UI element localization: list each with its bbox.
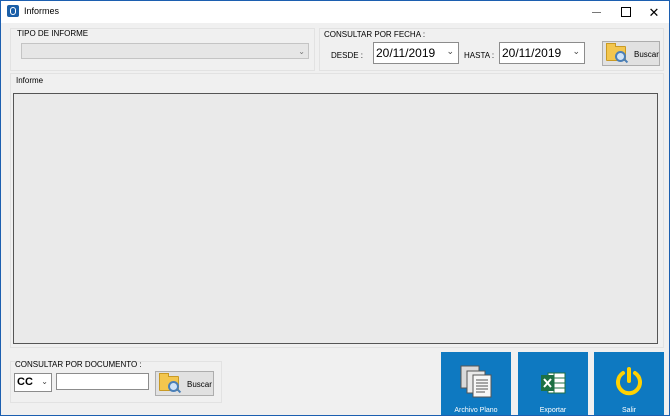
window-title: Informes [24, 6, 60, 16]
buscar-fecha-button[interactable]: Buscar [602, 41, 660, 66]
buscar-documento-button[interactable]: Buscar [155, 371, 214, 396]
salir-label: Salir [621, 407, 636, 414]
tipo-informe-label: TIPO DE INFORME [17, 29, 89, 38]
document-type-select[interactable]: CC ⌄ [14, 373, 52, 392]
desde-date-value: 20/11/2019 [376, 46, 436, 60]
informe-label: Informe [16, 76, 44, 85]
tipo-informe-select[interactable]: ⌄ [21, 43, 309, 59]
maximize-icon [621, 7, 631, 17]
chevron-down-icon: ⌄ [446, 46, 454, 56]
salir-button[interactable]: Salir [594, 352, 664, 415]
magnifier-handle [623, 58, 629, 64]
exportar-label: Exportar [539, 407, 567, 414]
consultar-fecha-label: CONSULTAR POR FECHA : [324, 30, 426, 39]
chevron-down-icon: ⌄ [572, 46, 580, 56]
excel-icon [541, 372, 566, 394]
chevron-down-icon: ⌄ [41, 377, 48, 386]
document-number-input[interactable] [56, 373, 149, 390]
buscar-fecha-label: Buscar [634, 50, 659, 59]
hasta-label: HASTA : [464, 51, 495, 60]
informes-window: Informes ✕ TIPO DE INFORME ⌄ CONSULTAR P… [0, 0, 670, 416]
desde-label: DESDE : [331, 51, 364, 60]
archivo-plano-button[interactable]: Archivo Plano [441, 352, 511, 415]
archivo-plano-label: Archivo Plano [454, 407, 498, 414]
hasta-date-picker[interactable]: 20/11/2019 ⌄ [499, 42, 585, 64]
minimize-button[interactable] [581, 1, 611, 23]
minimize-icon [591, 11, 601, 13]
hasta-date-value: 20/11/2019 [502, 46, 562, 60]
chevron-down-icon: ⌄ [298, 47, 305, 56]
power-icon [616, 367, 642, 396]
maximize-button[interactable] [611, 1, 641, 23]
buscar-documento-label: Buscar [187, 380, 212, 389]
report-display-area[interactable] [13, 93, 658, 344]
app-icon [7, 5, 19, 17]
exportar-button[interactable]: Exportar [518, 352, 588, 415]
magnifier-handle [176, 388, 182, 394]
document-type-value: CC [17, 376, 33, 388]
close-icon: ✕ [648, 4, 660, 20]
documents-icon [460, 365, 492, 398]
consultar-documento-label: CONSULTAR POR DOCUMENTO : [15, 360, 142, 369]
desde-date-picker[interactable]: 20/11/2019 ⌄ [373, 42, 459, 64]
title-bar: Informes ✕ [1, 1, 669, 23]
close-button[interactable]: ✕ [639, 1, 669, 23]
